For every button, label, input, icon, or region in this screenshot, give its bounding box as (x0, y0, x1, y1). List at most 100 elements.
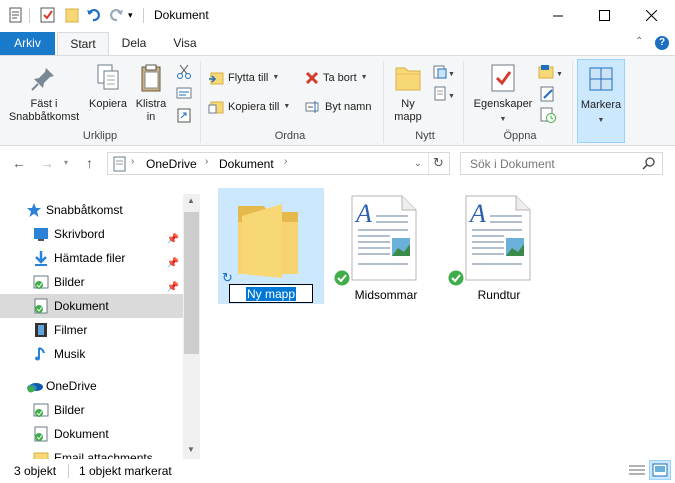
open-group-label: Öppna (503, 130, 537, 142)
sidebar-item-onedrive-documents[interactable]: Dokument (0, 422, 183, 446)
sidebar-item-downloads[interactable]: Hämtade filer 📌 (0, 246, 183, 270)
sidebar-item-onedrive-pictures[interactable]: Bilder (0, 398, 183, 422)
svg-text:▼: ▼ (556, 71, 563, 78)
new-folder-button[interactable]: Ny mapp (388, 62, 428, 124)
collapse-ribbon-icon[interactable]: ⌃ (635, 36, 643, 47)
file-name: Rundtur (477, 288, 521, 302)
sidebar-label: Dokument (54, 299, 109, 313)
paste-shortcut-icon[interactable] (176, 107, 192, 126)
sidebar-item-videos[interactable]: Filmer (0, 318, 183, 342)
film-icon (33, 322, 49, 338)
select-button[interactable]: Markera ▼ (577, 59, 625, 143)
copy-to-label: Kopiera till (228, 101, 280, 113)
chevron-right-icon: › (205, 156, 209, 167)
easy-access-icon[interactable]: ▼ (433, 86, 455, 105)
synced-check-icon (334, 270, 350, 289)
pictures-icon (33, 274, 49, 290)
customize-quick-access-icon[interactable]: ▾ (128, 10, 144, 26)
maximize-button[interactable] (581, 0, 627, 30)
sidebar-item-quick-access[interactable]: Snabbåtkomst (0, 198, 183, 222)
tab-view[interactable]: Visa (162, 32, 208, 55)
delete-button[interactable]: Ta bort ▼ (305, 68, 368, 88)
move-to-button[interactable]: Flytta till ▼ (208, 68, 279, 88)
file-item-new-folder[interactable]: ↻ Ny mapp (218, 188, 324, 304)
tab-file[interactable]: Arkiv (0, 32, 55, 55)
new-folder-label-line2: mapp (394, 111, 422, 123)
forward-arrow-icon[interactable]: → (40, 155, 54, 171)
copy-to-caret-icon: ▼ (283, 103, 291, 110)
onedrive-icon (26, 378, 43, 394)
help-icon[interactable]: ? (655, 36, 669, 50)
paste-label-line1: Klistra (135, 98, 167, 110)
new-folder-quick-icon[interactable] (64, 7, 80, 23)
sidebar-item-onedrive[interactable]: OneDrive (0, 374, 183, 398)
sidebar-item-email-attachments[interactable]: Email attachments (0, 446, 183, 459)
undo-icon[interactable] (86, 7, 102, 23)
refresh-icon[interactable]: ↻ (433, 155, 444, 171)
ribbon-tab-bar: Arkiv Start Dela Visa ⌃ ? (0, 32, 675, 56)
scroll-down-icon[interactable]: ▼ (187, 445, 195, 454)
tab-share[interactable]: Dela (112, 32, 156, 55)
checkmark-quick-icon[interactable] (40, 7, 56, 23)
file-item-rundtur[interactable]: A Rundtur (446, 188, 552, 304)
properties-button[interactable]: Egenskaper ▼ (470, 62, 536, 126)
chevron-right-icon: › (131, 156, 135, 167)
details-view-icon[interactable] (628, 462, 646, 481)
cut-icon[interactable] (176, 64, 192, 83)
search-input[interactable]: Sök i Dokument (460, 152, 663, 175)
search-icon[interactable] (642, 156, 656, 173)
back-arrow-icon[interactable]: ← (12, 155, 26, 171)
document-icon: A (351, 195, 417, 281)
minimize-icon (552, 15, 563, 16)
rename-button[interactable]: Byt namn (305, 97, 371, 117)
copy-path-icon[interactable] (176, 86, 192, 103)
paste-button[interactable]: Klistra in (131, 62, 171, 124)
new-group-label: Nytt (415, 130, 435, 142)
large-icons-view-icon[interactable] (649, 460, 671, 480)
svg-text:▼: ▼ (448, 71, 455, 78)
file-item-midsommar[interactable]: A Midsommar (333, 188, 439, 304)
close-button[interactable] (628, 0, 674, 30)
item-count: 3 objekt (14, 464, 57, 478)
history-icon[interactable] (540, 107, 556, 126)
properties-label: Egenskaper (473, 98, 533, 110)
up-arrow-icon[interactable]: ↑ (86, 155, 93, 171)
sidebar-item-desktop[interactable]: Skrivbord 📌 (0, 222, 183, 246)
sidebar-item-music[interactable]: Musik (0, 342, 183, 366)
address-history-dropdown-icon[interactable]: ⌄ (414, 158, 422, 169)
edit-icon[interactable] (540, 86, 556, 105)
breadcrumb-onedrive[interactable]: OneDrive (146, 157, 197, 171)
navigation-pane: Snabbåtkomst Skrivbord 📌 Hämtade filer 📌… (0, 194, 183, 459)
document-icon: A (465, 195, 531, 281)
redo-icon[interactable] (108, 7, 124, 23)
select-caret-icon: ▼ (597, 117, 605, 124)
tab-start[interactable]: Start (57, 32, 109, 56)
new-folder-icon (392, 62, 424, 94)
download-icon (33, 250, 49, 266)
paste-label-line2: in (146, 111, 156, 123)
sidebar-scrollbar[interactable]: ▲ ▼ (183, 194, 200, 459)
selection-count: 1 objekt markerat (79, 464, 172, 478)
rename-field[interactable]: Ny mapp (229, 284, 313, 303)
pin-label-line1: Fäst i (30, 98, 58, 110)
window-title: Dokument (154, 8, 209, 22)
synced-check-icon (448, 270, 464, 289)
copy-to-button[interactable]: Kopiera till ▼ (208, 97, 290, 117)
properties-quick-icon[interactable] (8, 7, 24, 23)
svg-text:▼: ▼ (448, 93, 455, 100)
recent-locations-icon[interactable]: ▾ (64, 158, 68, 167)
rename-icon (305, 101, 319, 113)
scroll-up-icon[interactable]: ▲ (187, 196, 195, 205)
music-icon (33, 346, 49, 362)
pin-to-quick-access-button[interactable]: Fäst i Snabbåtkomst (6, 62, 82, 124)
sidebar-item-pictures[interactable]: Bilder 📌 (0, 270, 183, 294)
breadcrumb-dokument[interactable]: Dokument (219, 157, 274, 171)
address-bar[interactable]: › OneDrive › Dokument › ⌄ ↻ (107, 152, 450, 175)
move-to-label: Flytta till (228, 72, 269, 84)
copy-button[interactable]: Kopiera (86, 62, 130, 111)
sidebar-item-documents[interactable]: Dokument (0, 294, 183, 318)
scrollbar-thumb[interactable] (184, 212, 199, 354)
minimize-button[interactable] (535, 0, 581, 30)
new-item-icon[interactable]: ▼ (433, 64, 455, 83)
open-icon[interactable]: ▼ (538, 64, 564, 83)
